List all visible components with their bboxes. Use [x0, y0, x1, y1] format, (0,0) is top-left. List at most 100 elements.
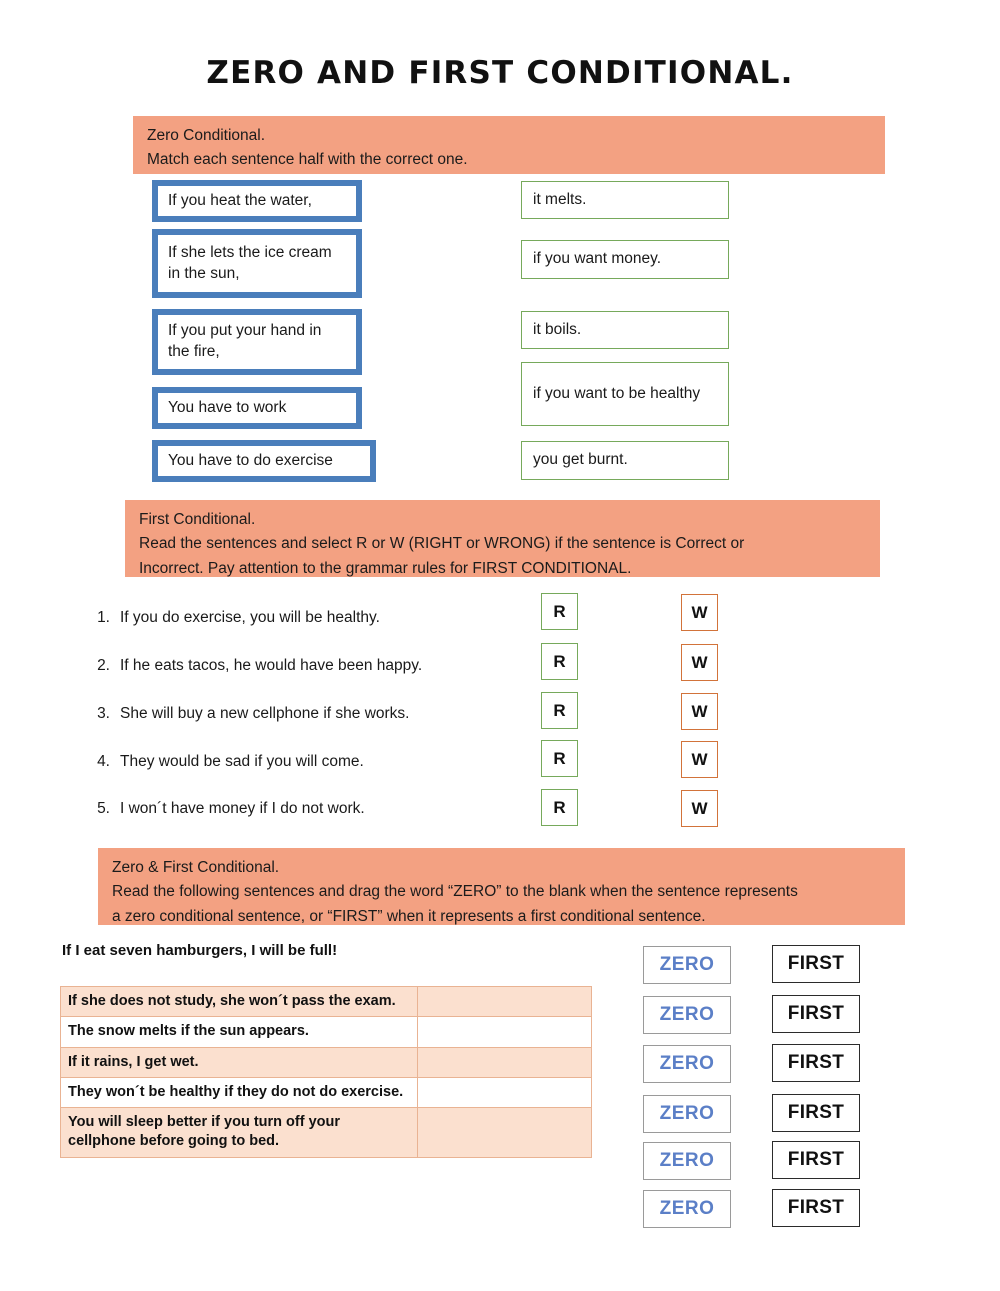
zero-chip-4[interactable]: ZERO	[643, 1095, 731, 1133]
wrong-option-1[interactable]: W	[681, 594, 718, 631]
table-row: If it rains, I get wet.	[59, 1046, 592, 1078]
both-banner-instruction-line1: Read the following sentences and drag th…	[112, 883, 798, 901]
table-row-dropzone-1[interactable]	[417, 985, 592, 1018]
item-number-2: 2.	[97, 657, 110, 674]
zero-chip-3[interactable]: ZERO	[643, 1045, 731, 1083]
table-row: You will sleep better if you turn off yo…	[59, 1107, 592, 1158]
right-option-label-5: R	[553, 797, 566, 817]
first-chip-5[interactable]: FIRST	[772, 1141, 860, 1179]
first-chip-label-6: FIRST	[787, 1197, 845, 1218]
zero-chip-label-5: ZERO	[659, 1150, 715, 1171]
item-number-1: 1.	[97, 609, 110, 626]
item-number-3: 3.	[97, 705, 110, 722]
match-right-item-1[interactable]: it melts.	[521, 181, 729, 219]
drag-drop-table: If she does not study, she won´t pass th…	[59, 985, 592, 1158]
wrong-option-label-3: W	[691, 701, 708, 721]
table-row-sentence-4: They won´t be healthy if they do not do …	[59, 1076, 419, 1109]
table-row-sentence-1: If she does not study, she won´t pass th…	[59, 985, 419, 1018]
match-left-item-1[interactable]: If you heat the water,	[152, 180, 362, 222]
zero-banner-instruction: Match each sentence half with the correc…	[147, 151, 468, 169]
match-right-label-1: it melts.	[533, 190, 587, 208]
wrong-option-label-5: W	[691, 798, 708, 818]
item-text-5: I won´t have money if I do not work.	[120, 800, 365, 817]
item-number-5: 5.	[97, 800, 110, 817]
table-row-dropzone-5[interactable]	[417, 1107, 592, 1158]
page-title: ZERO AND FIRST CONDITIONAL.	[206, 55, 794, 91]
wrong-option-label-1: W	[691, 602, 708, 622]
match-right-label-5: you get burnt.	[533, 451, 628, 469]
right-option-4[interactable]: R	[541, 740, 578, 777]
match-left-label-1: If you heat the water,	[168, 191, 312, 209]
first-banner-instruction-line1: Read the sentences and select R or W (RI…	[139, 535, 745, 553]
match-left-label-3: If you put your hand in the fire,	[168, 322, 322, 360]
item-text-3: She will buy a new cellphone if she work…	[120, 705, 410, 722]
match-left-label-2: If she lets the ice cream in the sun,	[168, 243, 332, 282]
first-chip-label-2: FIRST	[787, 1003, 845, 1024]
first-banner-heading: First Conditional.	[139, 511, 256, 528]
right-option-label-4: R	[553, 748, 566, 768]
first-chip-2[interactable]: FIRST	[772, 995, 860, 1033]
wrong-option-3[interactable]: W	[681, 693, 718, 730]
match-right-item-3[interactable]: it boils.	[521, 311, 729, 349]
right-option-5[interactable]: R	[541, 789, 578, 826]
table-row: If she does not study, she won´t pass th…	[59, 985, 592, 1018]
wrong-option-4[interactable]: W	[681, 741, 718, 778]
first-chip-4[interactable]: FIRST	[772, 1094, 860, 1132]
first-chip-3[interactable]: FIRST	[772, 1044, 860, 1082]
table-row-sentence-5: You will sleep better if you turn off yo…	[59, 1107, 419, 1158]
match-left-item-5[interactable]: You have to do exercise	[152, 440, 376, 482]
zero-chip-label-2: ZERO	[659, 1004, 715, 1025]
zero-chip-5[interactable]: ZERO	[643, 1142, 731, 1180]
first-chip-1[interactable]: FIRST	[772, 945, 860, 983]
item-number-4: 4.	[97, 753, 110, 770]
first-conditional-instructions: First Conditional. Read the sentences an…	[125, 500, 880, 577]
table-row-dropzone-2[interactable]	[417, 1016, 592, 1048]
zero-chip-label-3: ZERO	[659, 1053, 715, 1074]
first-banner-instruction-line2: Incorrect. Pay attention to the grammar …	[139, 559, 632, 577]
first-chip-label-4: FIRST	[787, 1102, 845, 1123]
table-row: The snow melts if the sun appears.	[59, 1016, 592, 1048]
first-chip-label-1: FIRST	[787, 953, 845, 974]
match-left-item-4[interactable]: You have to work	[152, 387, 362, 429]
zero-chip-2[interactable]: ZERO	[643, 996, 731, 1034]
wrong-option-label-2: W	[691, 652, 708, 672]
zero-chip-label-1: ZERO	[659, 954, 715, 975]
match-right-item-4[interactable]: if you want to be healthy	[521, 362, 729, 426]
first-chip-label-3: FIRST	[787, 1052, 845, 1073]
match-right-item-5[interactable]: you get burnt.	[521, 441, 729, 480]
first-chip-6[interactable]: FIRST	[772, 1189, 860, 1227]
item-text-1: If you do exercise, you will be healthy.	[120, 609, 380, 626]
table-row-dropzone-3[interactable]	[417, 1046, 592, 1078]
zero-banner-heading: Zero Conditional.	[147, 127, 266, 144]
zero-chip-label-4: ZERO	[659, 1103, 715, 1124]
right-option-2[interactable]: R	[541, 643, 578, 680]
match-right-label-4: if you want to be healthy	[533, 384, 701, 402]
match-left-item-2[interactable]: If she lets the ice cream in the sun,	[152, 229, 362, 298]
first-chip-label-5: FIRST	[787, 1149, 845, 1170]
table-row-sentence-2: The snow melts if the sun appears.	[59, 1016, 419, 1048]
wrong-option-2[interactable]: W	[681, 644, 718, 681]
right-option-label-3: R	[553, 700, 566, 720]
match-left-label-5: You have to do exercise	[168, 451, 333, 469]
right-option-1[interactable]: R	[541, 593, 578, 630]
wrong-option-5[interactable]: W	[681, 790, 718, 827]
right-option-label-2: R	[553, 651, 566, 671]
zero-chip-6[interactable]: ZERO	[643, 1190, 731, 1228]
match-left-item-3[interactable]: If you put your hand in the fire,	[152, 309, 362, 375]
match-left-label-4: You have to work	[168, 398, 287, 416]
zero-first-conditional-instructions: Zero & First Conditional. Read the follo…	[98, 848, 905, 925]
zero-chip-label-6: ZERO	[659, 1198, 715, 1219]
table-row-dropzone-4[interactable]	[417, 1076, 592, 1109]
wrong-option-label-4: W	[691, 749, 708, 769]
zero-chip-1[interactable]: ZERO	[643, 946, 731, 984]
zero-conditional-instructions: Zero Conditional. Match each sentence ha…	[133, 116, 885, 174]
match-right-item-2[interactable]: if you want money.	[521, 240, 729, 279]
item-text-4: They would be sad if you will come.	[120, 753, 364, 770]
item-text-2: If he eats tacos, he would have been hap…	[120, 657, 423, 674]
right-option-3[interactable]: R	[541, 692, 578, 729]
example-sentence: If I eat seven hamburgers, I will be ful…	[62, 942, 338, 959]
both-banner-instruction-line2: a zero conditional sentence, or “FIRST” …	[112, 907, 706, 925]
match-right-label-3: it boils.	[533, 320, 582, 338]
both-banner-heading: Zero & First Conditional.	[112, 859, 280, 876]
right-option-label-1: R	[553, 601, 566, 621]
